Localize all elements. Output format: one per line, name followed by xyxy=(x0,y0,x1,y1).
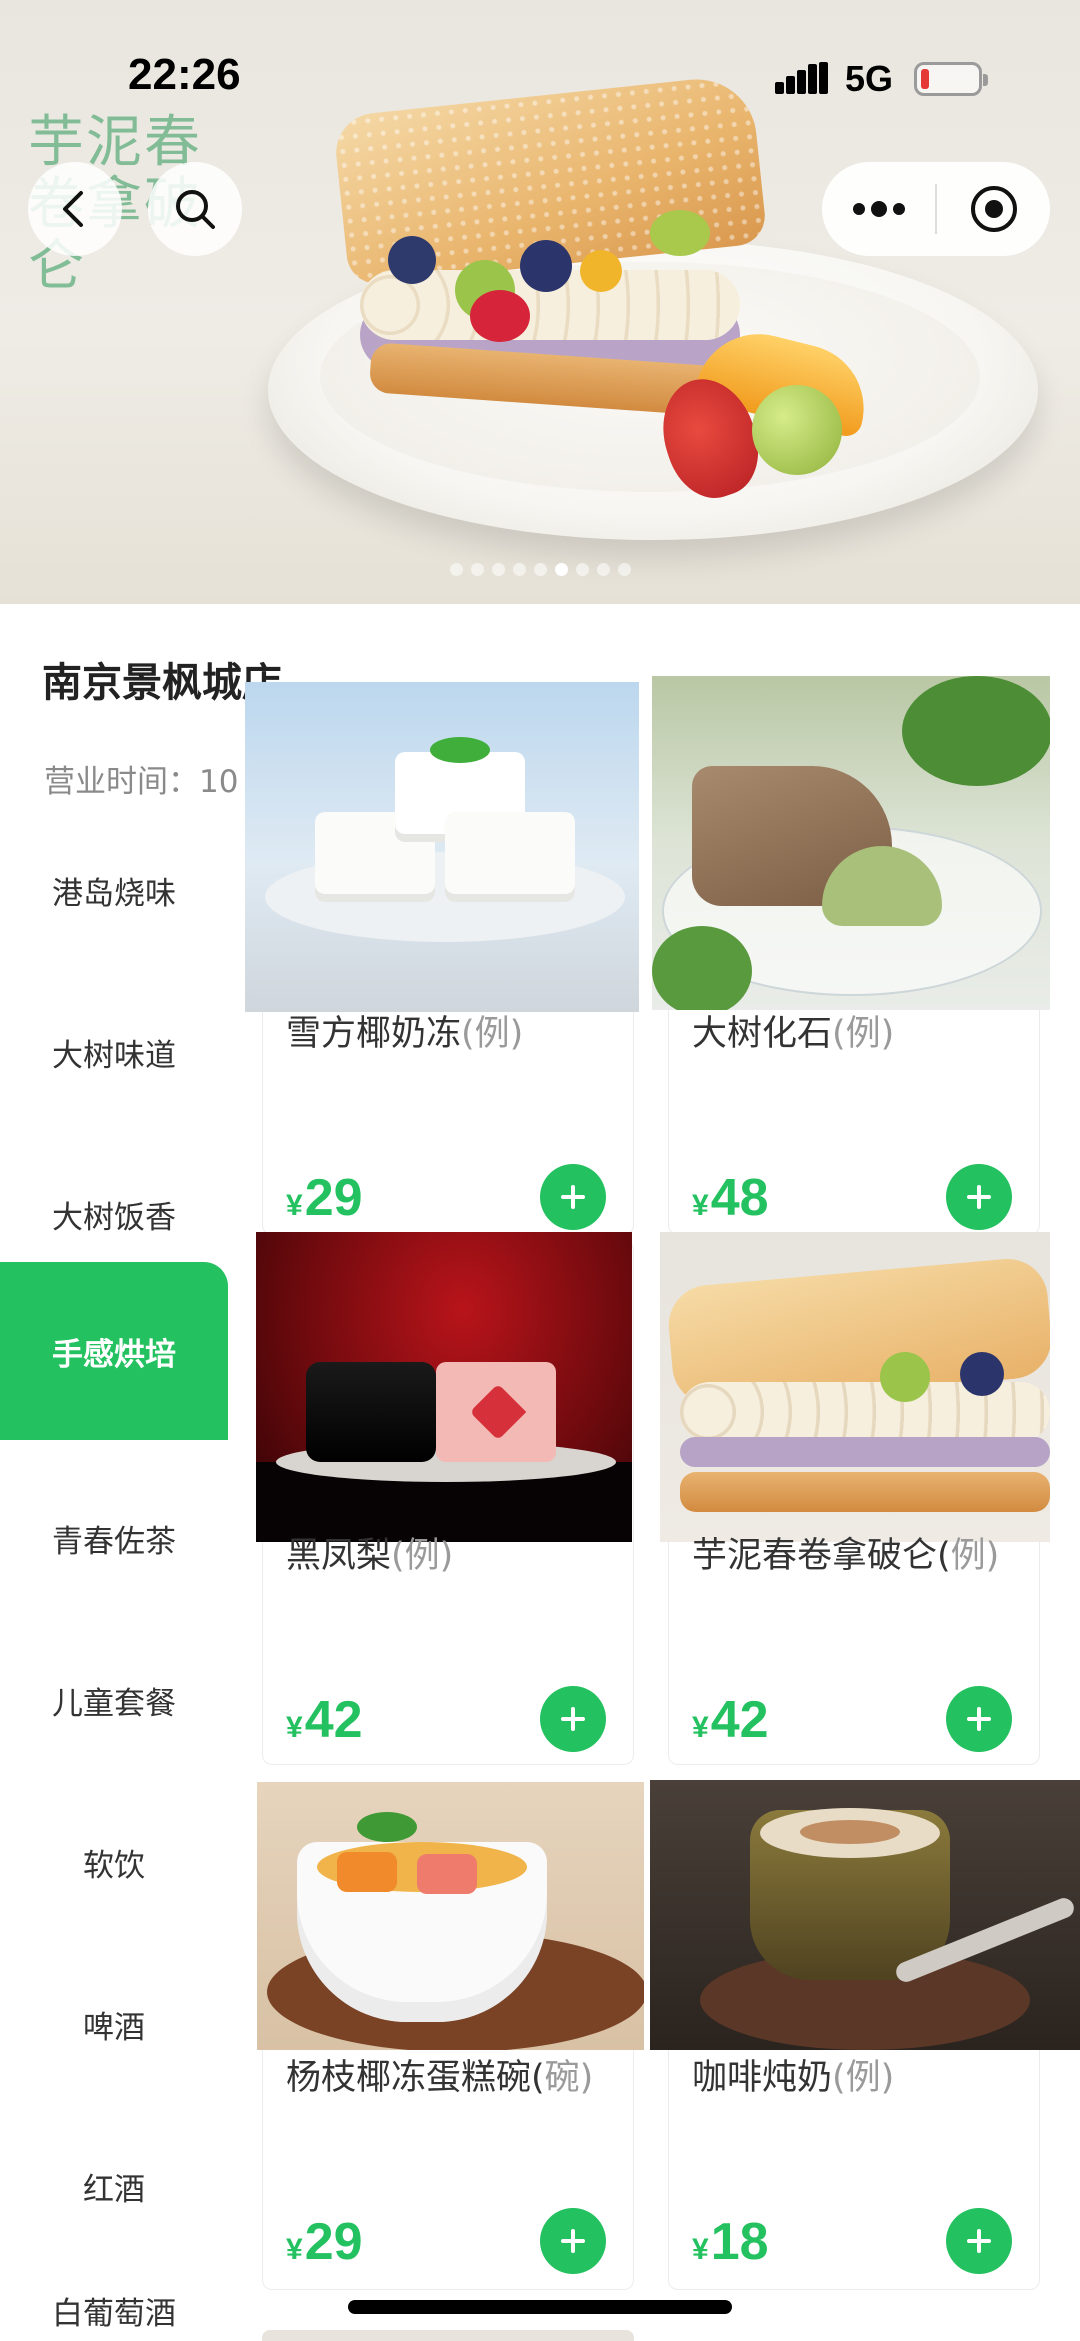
sidebar-item-white-wine[interactable]: 白葡萄酒 xyxy=(0,2270,228,2341)
back-button[interactable] xyxy=(28,162,122,256)
add-to-cart-button[interactable] xyxy=(540,2208,606,2274)
status-time: 22:26 xyxy=(128,50,241,99)
product-name: 大树化石(例) xyxy=(692,1014,895,1054)
nav-left-group xyxy=(28,162,242,256)
miniprogram-capsule xyxy=(822,162,1050,256)
plus-icon xyxy=(561,1707,585,1731)
carousel-dots xyxy=(450,563,631,577)
carousel-dot[interactable] xyxy=(576,563,589,576)
product-price: ¥42 xyxy=(692,1691,769,1749)
add-to-cart-button[interactable] xyxy=(946,2208,1012,2274)
product-name: 杨枝椰冻蛋糕碗(碗) xyxy=(286,2058,594,2098)
add-to-cart-button[interactable] xyxy=(946,1686,1012,1752)
battery-icon xyxy=(914,62,988,96)
sidebar-item-soft-drinks[interactable]: 软饮 xyxy=(0,1802,228,1922)
plus-icon xyxy=(561,2229,585,2253)
product-image[interactable] xyxy=(256,1232,632,1542)
product-name: 咖啡炖奶(例) xyxy=(692,2058,895,2098)
product-image[interactable] xyxy=(245,682,639,1012)
back-arrow-icon xyxy=(63,191,83,227)
banner-carousel[interactable]: 芋泥春卷拿破仑 22:26 5G xyxy=(0,0,1080,604)
more-button[interactable] xyxy=(822,162,935,256)
product-image xyxy=(262,2330,634,2341)
carousel-dot-active[interactable] xyxy=(555,563,568,576)
product-price: ¥42 xyxy=(286,1691,363,1749)
product-price: ¥29 xyxy=(286,2213,363,2271)
search-button[interactable] xyxy=(148,162,242,256)
close-miniprogram-icon xyxy=(970,186,1017,232)
network-type: 5G xyxy=(845,58,894,99)
business-hours: 营业时间：10 xyxy=(44,764,239,800)
product-name: 黑凤梨(例) xyxy=(286,1536,454,1576)
add-to-cart-button[interactable] xyxy=(540,1686,606,1752)
sidebar-item-tea-snacks[interactable]: 青春佐茶 xyxy=(0,1478,228,1598)
product-price: ¥29 xyxy=(286,1169,363,1227)
search-icon xyxy=(176,190,215,229)
product-name: 芋泥春卷拿破仑(例) xyxy=(692,1536,1000,1576)
carousel-dot[interactable] xyxy=(534,563,547,576)
signal-icon xyxy=(775,62,829,94)
product-image[interactable] xyxy=(257,1782,644,2050)
sidebar-item-kids-meal[interactable]: 儿童套餐 xyxy=(0,1640,228,1760)
carousel-dot[interactable] xyxy=(513,563,526,576)
carousel-dot[interactable] xyxy=(597,563,610,576)
sidebar-item-hk-roast[interactable]: 港岛烧味 xyxy=(0,830,228,950)
product-name: 雪方椰奶冻(例) xyxy=(286,1014,524,1054)
product-image[interactable] xyxy=(652,676,1050,1010)
add-to-cart-button[interactable] xyxy=(540,1164,606,1230)
product-price: ¥18 xyxy=(692,2213,769,2271)
carousel-dot[interactable] xyxy=(492,563,505,576)
add-to-cart-button[interactable] xyxy=(946,1164,1012,1230)
sidebar-item-tree-rice[interactable]: 大树饭香 xyxy=(0,1154,228,1274)
home-indicator[interactable] xyxy=(348,2300,732,2314)
sidebar-item-red-wine[interactable]: 红酒 xyxy=(0,2126,228,2246)
sidebar-item-tree-flavor[interactable]: 大树味道 xyxy=(0,992,228,1112)
plus-icon xyxy=(967,2229,991,2253)
more-dots-icon xyxy=(852,201,905,217)
plus-icon xyxy=(967,1185,991,1209)
plus-icon xyxy=(967,1707,991,1731)
close-miniprogram-button[interactable] xyxy=(937,162,1050,256)
carousel-dot[interactable] xyxy=(618,563,631,576)
carousel-dot[interactable] xyxy=(471,563,484,576)
product-image[interactable] xyxy=(660,1232,1050,1542)
carousel-dot[interactable] xyxy=(450,563,463,576)
plus-icon xyxy=(561,1185,585,1209)
product-price: ¥48 xyxy=(692,1169,769,1227)
sidebar-item-bakery[interactable]: 手感烘培 xyxy=(0,1262,228,1440)
product-image[interactable] xyxy=(650,1780,1080,2050)
sidebar-item-beer[interactable]: 啤酒 xyxy=(0,1964,228,2084)
